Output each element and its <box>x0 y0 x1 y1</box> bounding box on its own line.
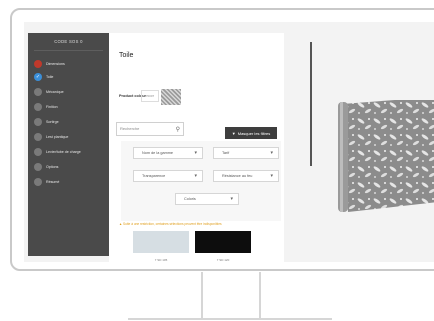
step-icon <box>34 133 42 141</box>
product-colour-code: 70007 <box>141 90 159 102</box>
step-options[interactable]: Options <box>34 162 58 172</box>
fabric-swatch[interactable] <box>133 231 189 253</box>
step-resume[interactable]: Résumé <box>34 177 59 187</box>
fabric-label: 7 SD 120 <box>216 258 230 262</box>
fabric-label: 7 SD 105 <box>154 258 168 262</box>
colour-select[interactable]: Coloris ▾ <box>175 193 239 205</box>
filter-icon: ▼ <box>231 130 236 136</box>
step-icon <box>34 163 42 171</box>
steps-sidebar: CODE SOS 0 Dimensions ✓ Toile Mécanique … <box>28 33 109 256</box>
select-label: Coloris <box>184 197 196 201</box>
sidebar-separator <box>34 50 103 51</box>
step-icon <box>34 148 42 156</box>
blind-preview-image <box>338 100 434 212</box>
transparency-select[interactable]: Transparence ▾ <box>133 170 203 182</box>
step-icon <box>34 118 42 126</box>
step-icon <box>34 88 42 96</box>
preview-divider <box>310 42 312 166</box>
range-name-select[interactable]: Nom de la gamme ▾ <box>133 147 203 159</box>
step-lest[interactable]: Lest plantique <box>34 132 68 142</box>
fabric-panel: Toile Product colour 70007 Recherche ⚲ ▼… <box>109 33 284 262</box>
alert-text: Suite à une restriction, certaines sélec… <box>123 222 222 226</box>
select-label: Transparence <box>142 174 166 178</box>
sidebar-title: CODE SOS 0 <box>54 39 83 44</box>
check-icon: ✓ <box>34 73 42 81</box>
mask-filters-label: Masquer les filtres <box>237 130 271 136</box>
step-icon <box>34 178 42 186</box>
search-placeholder: Recherche <box>120 126 140 131</box>
fabric-swatch[interactable] <box>195 231 251 253</box>
step-label: Options <box>46 165 59 169</box>
select-label: Tarif <box>222 151 230 155</box>
monitor-base <box>128 318 332 320</box>
step-dimensions[interactable]: Dimensions <box>34 59 65 69</box>
step-toile[interactable]: ✓ Toile <box>34 72 53 82</box>
product-colour-swatch <box>161 89 181 105</box>
step-sortirge[interactable]: Sortirge <box>34 117 59 127</box>
chevron-down-icon: ▾ <box>230 196 233 202</box>
step-label: Résumé <box>46 180 60 184</box>
monitor-frame: CODE SOS 0 Dimensions ✓ Toile Mécanique … <box>10 8 434 271</box>
step-icon <box>34 103 42 111</box>
step-label: Toile <box>46 75 54 79</box>
page-title: Toile <box>119 52 134 59</box>
tariff-select[interactable]: Tarif ▾ <box>213 147 279 159</box>
filters-panel: Nom de la gamme ▾ Tarif ▾ Transparence ▾… <box>121 141 281 221</box>
step-done-icon <box>34 60 42 68</box>
select-label: Résistance au feu <box>222 174 253 178</box>
app-screen: CODE SOS 0 Dimensions ✓ Toile Mécanique … <box>24 22 434 262</box>
chevron-down-icon: ▾ <box>194 173 197 179</box>
step-label: Mécanique <box>46 90 64 94</box>
step-levier[interactable]: Levier/tube de charge <box>34 147 81 157</box>
restriction-alert: ▲ Suite à une restriction, certaines sél… <box>119 222 222 226</box>
step-label: Dimensions <box>46 62 65 66</box>
monitor-stand-left <box>201 272 203 318</box>
step-label: Lest plantique <box>46 135 69 139</box>
select-label: Nom de la gamme <box>142 151 174 155</box>
search-icon: ⚲ <box>175 127 180 133</box>
chevron-down-icon: ▾ <box>270 173 273 179</box>
mask-filters-button[interactable]: ▼ Masquer les filtres <box>225 127 277 139</box>
step-label: Sortirge <box>46 120 59 124</box>
chevron-down-icon: ▾ <box>270 150 273 156</box>
chevron-down-icon: ▾ <box>194 150 197 156</box>
step-label: Finition <box>46 105 58 109</box>
step-label: Levier/tube de charge <box>46 150 81 154</box>
step-mecanique[interactable]: Mécanique <box>34 87 64 97</box>
step-finition[interactable]: Finition <box>34 102 58 112</box>
fire-resistance-select[interactable]: Résistance au feu ▾ <box>213 170 279 182</box>
search-input[interactable]: Recherche ⚲ <box>116 122 184 136</box>
monitor-stand-right <box>259 272 261 318</box>
